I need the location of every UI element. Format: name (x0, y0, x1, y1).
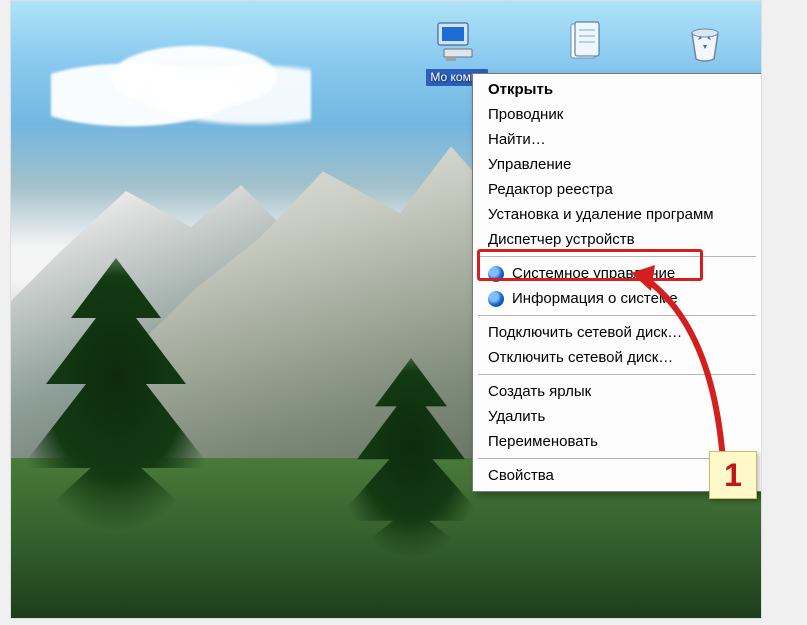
menu-item-label: Подключить сетевой диск… (488, 324, 682, 341)
menu-item-label: Информация о системе (512, 290, 678, 307)
menu-item-label: Установка и удаление программ (488, 206, 714, 223)
menu-item-find[interactable]: Найти… (476, 127, 758, 152)
menu-item-label: Удалить (488, 408, 545, 425)
menu-separator (478, 374, 756, 375)
menu-separator (478, 256, 756, 257)
menu-item-map-network-drive[interactable]: Подключить сетевой диск… (476, 320, 758, 345)
menu-item-explorer[interactable]: Проводник (476, 102, 758, 127)
my-computer-icon (432, 19, 482, 65)
menu-item-add-remove-programs[interactable]: Установка и удаление программ (476, 202, 758, 227)
menu-item-open[interactable]: Открыть (476, 77, 758, 102)
menu-item-label: Свойства (488, 467, 554, 484)
blue-circle-icon (488, 266, 504, 282)
menu-item-label: Диспетчер устройств (488, 231, 635, 248)
menu-item-device-manager[interactable]: Диспетчер устройств (476, 227, 758, 252)
menu-item-label: Найти… (488, 131, 546, 148)
documents-icon (560, 19, 610, 65)
clouds-art (51, 41, 311, 131)
menu-item-label: Создать ярлык (488, 383, 591, 400)
menu-item-label: Проводник (488, 106, 563, 123)
recycle-bin-icon (680, 19, 730, 65)
menu-item-create-shortcut[interactable]: Создать ярлык (476, 379, 758, 404)
screenshot-container: Мо компь (10, 0, 762, 619)
menu-item-label: Редактор реестра (488, 181, 613, 198)
desktop-background: Мо компь (11, 1, 761, 618)
menu-item-label: Отключить сетевой диск… (488, 349, 673, 366)
blue-circle-icon (488, 291, 504, 307)
annotation-callout-number: 1 (709, 451, 757, 499)
context-menu: Открыть Проводник Найти… Управление Реда… (472, 73, 762, 492)
menu-item-registry-editor[interactable]: Редактор реестра (476, 177, 758, 202)
menu-item-system-information[interactable]: Информация о системе (476, 286, 758, 311)
menu-separator (478, 315, 756, 316)
menu-item-disconnect-network-drive[interactable]: Отключить сетевой диск… (476, 345, 758, 370)
menu-item-delete[interactable]: Удалить (476, 404, 758, 429)
menu-item-label: Переименовать (488, 433, 598, 450)
callout-number-text: 1 (724, 457, 742, 494)
menu-item-label: Открыть (488, 81, 553, 98)
menu-item-system-management[interactable]: Системное управление (476, 261, 758, 286)
menu-item-label: Управление (488, 156, 571, 173)
menu-item-manage[interactable]: Управление (476, 152, 758, 177)
menu-item-label: Системное управление (512, 265, 675, 282)
